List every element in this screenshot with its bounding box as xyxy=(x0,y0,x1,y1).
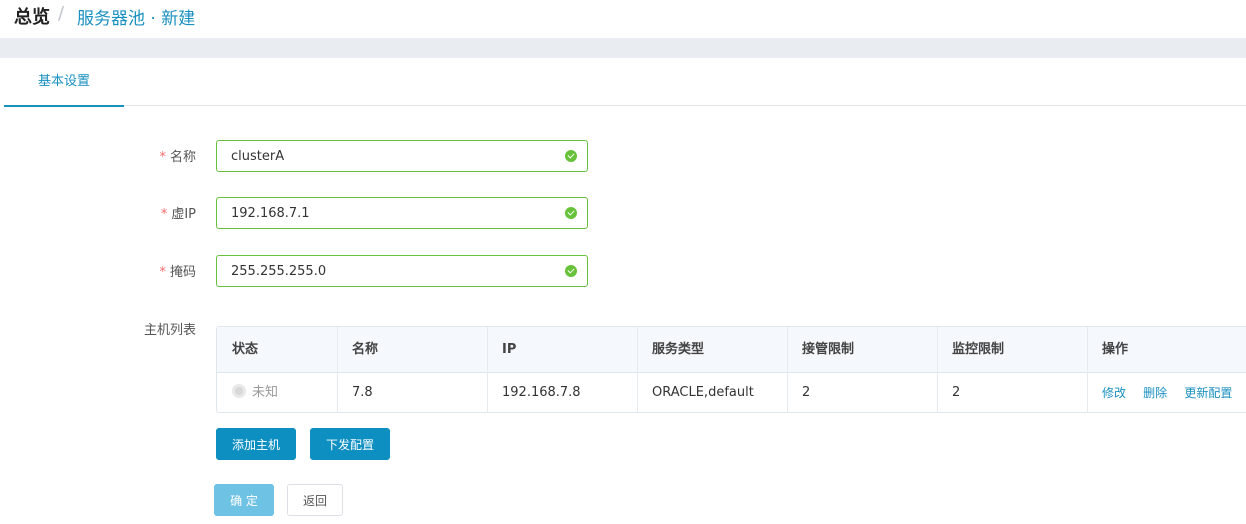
column-header-monitor-limit: 监控限制 xyxy=(952,342,1005,357)
host-name-cell: 7.8 xyxy=(352,385,373,400)
host-table: 状态 名称 IP 服务类型 接管限制 监控限制 操作 未知 7.8 192.16… xyxy=(216,326,1246,413)
mask-label: * 掩码 xyxy=(96,261,196,280)
header-bar: 总览 / 服务器池 · 新建 xyxy=(0,0,1246,38)
add-host-button[interactable]: 添加主机 xyxy=(216,428,296,460)
back-button[interactable]: 返回 xyxy=(287,484,343,516)
status-cell: 未知 xyxy=(217,373,278,413)
host-ip-cell: 192.168.7.8 xyxy=(502,385,581,400)
breadcrumb-separator: / xyxy=(58,3,65,24)
breadcrumb-root[interactable]: 总览 xyxy=(14,3,50,29)
breadcrumb-current: 服务器池 · 新建 xyxy=(77,9,196,29)
column-header-status: 状态 xyxy=(232,342,259,357)
takeover-limit-cell: 2 xyxy=(802,385,811,400)
tab-label: 基本设置 xyxy=(37,74,90,89)
tab-active-indicator xyxy=(4,105,124,107)
mask-input[interactable] xyxy=(217,256,537,286)
push-config-button[interactable]: 下发配置 xyxy=(310,428,390,460)
actions-cell: 修改 删除 更新配置 xyxy=(1087,373,1245,413)
column-header-actions: 操作 xyxy=(1102,342,1129,357)
column-header-name: 名称 xyxy=(352,342,379,357)
status-unknown-icon xyxy=(232,384,246,398)
tab-bar: 基本设置 xyxy=(4,58,1246,107)
page-background xyxy=(0,38,1246,58)
required-mark: * xyxy=(160,207,168,222)
service-type-cell: ORACLE,default xyxy=(652,385,754,400)
vip-label: * 虚IP xyxy=(96,203,196,222)
valid-check-icon xyxy=(565,150,577,162)
mask-label-text: 掩码 xyxy=(169,265,196,280)
column-header-service-type: 服务类型 xyxy=(652,342,705,357)
required-mark: * xyxy=(159,265,166,280)
tab-basic-settings[interactable]: 基本设置 xyxy=(4,58,124,107)
monitor-limit-cell: 2 xyxy=(952,385,961,400)
confirm-button[interactable]: 确 定 xyxy=(214,484,274,516)
update-config-link[interactable]: 更新配置 xyxy=(1184,386,1232,400)
valid-check-icon xyxy=(565,265,577,277)
column-header-takeover-limit: 接管限制 xyxy=(802,342,855,357)
name-field-wrapper xyxy=(216,140,588,172)
vip-label-text: 虚IP xyxy=(171,207,196,222)
table-header: 状态 名称 IP 服务类型 接管限制 监控限制 操作 xyxy=(217,327,1246,373)
mask-field-wrapper xyxy=(216,255,588,287)
valid-check-icon xyxy=(565,207,577,219)
vip-field-wrapper xyxy=(216,197,588,229)
host-list-label: 主机列表 xyxy=(143,323,196,338)
required-mark: * xyxy=(159,150,166,165)
name-input[interactable] xyxy=(217,141,537,171)
status-text: 未知 xyxy=(252,385,279,400)
column-header-ip: IP xyxy=(502,342,517,357)
name-label-text: 名称 xyxy=(169,150,196,165)
name-label: * 名称 xyxy=(96,146,196,165)
delete-link[interactable]: 删除 xyxy=(1143,386,1167,400)
content-card xyxy=(4,58,1246,524)
vip-input[interactable] xyxy=(217,198,537,228)
edit-link[interactable]: 修改 xyxy=(1102,386,1126,400)
table-row: 未知 7.8 192.168.7.8 ORACLE,default 2 2 修改… xyxy=(217,373,1246,413)
